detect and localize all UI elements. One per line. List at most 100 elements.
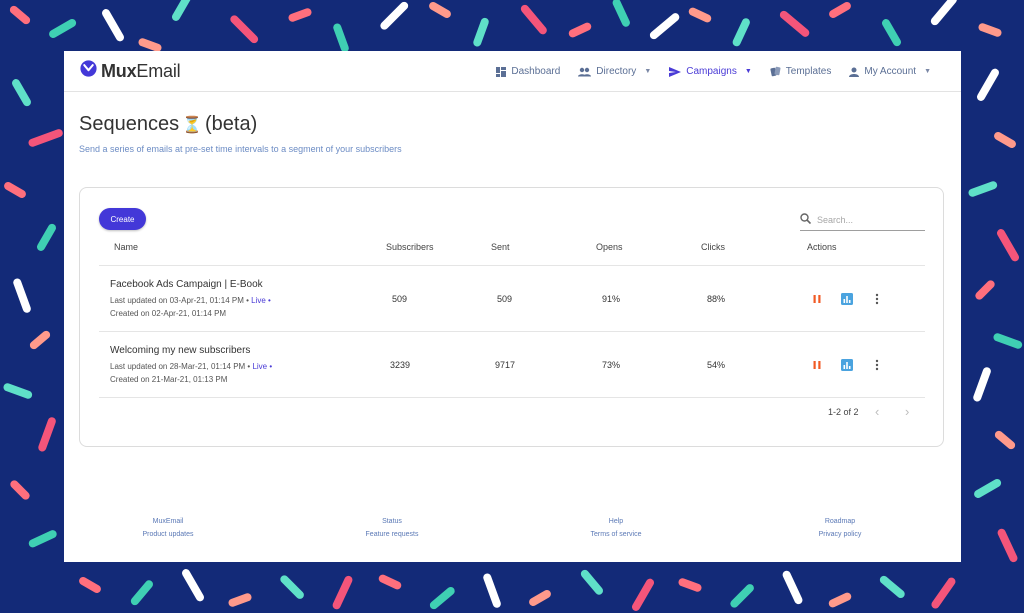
- footer-link-status[interactable]: Status: [322, 518, 462, 525]
- confetti-sprinkle: [994, 132, 1016, 148]
- nav-my-account-label: My Account: [864, 66, 917, 77]
- next-page-icon[interactable]: ›: [905, 404, 909, 419]
- more-vert-icon[interactable]: [870, 358, 884, 372]
- column-header-sent: Sent: [491, 242, 510, 252]
- status-dot: •: [269, 362, 273, 371]
- create-button[interactable]: Create: [99, 208, 146, 230]
- confetti-sprinkle: [997, 229, 1019, 262]
- confetti-sprinkle: [288, 8, 312, 22]
- updated-text: Last updated on 03-Apr-21, 01:14 PM •: [110, 296, 249, 305]
- page-subtitle: Send a series of emails at pre-set time …: [79, 144, 402, 154]
- footer-link-help[interactable]: Help: [546, 518, 686, 525]
- sequence-updated: Last updated on 28-Mar-21, 01:14 PM • Li…: [110, 362, 272, 371]
- sent-value: 509: [497, 294, 513, 304]
- opens-value: 91%: [602, 294, 621, 304]
- confetti-sprinkle: [973, 367, 991, 402]
- footer-link-product-updates[interactable]: Product updates: [98, 531, 238, 538]
- search-input[interactable]: [817, 214, 917, 225]
- nav-directory-label: Directory: [596, 66, 637, 77]
- nav-dashboard-label: Dashboard: [511, 66, 561, 77]
- footer-link-feature-requests[interactable]: Feature requests: [322, 531, 462, 538]
- confetti-sprinkle: [102, 9, 124, 42]
- sequences-card: Create Name Subscribers Sent Opens Click…: [79, 187, 944, 447]
- sequence-name[interactable]: Welcoming my new subscribers: [110, 345, 250, 356]
- nav-templates-label: Templates: [785, 66, 832, 77]
- footer-link-terms[interactable]: Terms of service: [546, 531, 686, 538]
- confetti-sprinkle: [3, 383, 33, 399]
- confetti-sprinkle: [930, 0, 957, 26]
- stats-icon[interactable]: [840, 292, 854, 306]
- nav-my-account[interactable]: My Account ▼: [849, 66, 931, 77]
- confetti-sprinkle: [520, 4, 547, 35]
- table-row[interactable]: Facebook Ads Campaign | E-Book Last upda…: [99, 265, 925, 331]
- stats-icon[interactable]: [840, 358, 854, 372]
- confetti-sprinkle: [473, 17, 489, 47]
- hourglass-icon: ⏳: [182, 116, 202, 134]
- confetti-sprinkle: [974, 479, 1002, 499]
- column-header-subscribers: Subscribers: [386, 242, 434, 252]
- column-header-clicks: Clicks: [701, 242, 725, 252]
- confetti-sprinkle: [182, 569, 204, 602]
- nav-campaigns[interactable]: Campaigns ▼: [669, 66, 752, 77]
- confetti-sprinkle: [378, 574, 402, 590]
- confetti-sprinkle: [782, 570, 803, 605]
- confetti-sprinkle: [37, 223, 56, 251]
- confetti-sprinkle: [9, 5, 31, 25]
- confetti-sprinkle: [612, 0, 630, 27]
- confetti-sprinkle: [779, 10, 810, 37]
- column-header-actions: Actions: [807, 242, 837, 252]
- table-bottom-divider: [99, 397, 925, 398]
- confetti-sprinkle: [828, 592, 852, 608]
- sequence-created: Created on 02-Apr-21, 01:14 PM: [110, 309, 227, 318]
- prev-page-icon[interactable]: ‹: [875, 404, 879, 419]
- confetti-sprinkle: [79, 577, 101, 593]
- confetti-sprinkle: [429, 2, 451, 18]
- sequence-updated: Last updated on 03-Apr-21, 01:14 PM • Li…: [110, 296, 271, 305]
- pause-icon[interactable]: [810, 292, 824, 306]
- footer-column: Help Terms of service: [546, 518, 686, 544]
- confetti-sprinkle: [678, 578, 702, 592]
- nav-templates[interactable]: Templates: [770, 66, 832, 77]
- templates-icon: [770, 66, 781, 77]
- clicks-value: 54%: [707, 360, 726, 370]
- subscribers-value: 509: [392, 294, 408, 304]
- confetti-sprinkle: [38, 417, 56, 452]
- page-title-suffix: (beta): [205, 113, 258, 135]
- footer-link-roadmap[interactable]: Roadmap: [770, 518, 910, 525]
- confetti-sprinkle: [380, 1, 409, 30]
- table-row[interactable]: Welcoming my new subscribers Last update…: [99, 331, 925, 397]
- confetti-sprinkle: [993, 333, 1023, 349]
- confetti-sprinkle: [730, 584, 754, 608]
- brand-name-rest: Email: [136, 60, 181, 81]
- confetti-sprinkle: [688, 7, 712, 23]
- brand-logo[interactable]: MuxEmail: [80, 60, 181, 82]
- confetti-sprinkle: [732, 18, 750, 47]
- nav-campaigns-label: Campaigns: [686, 66, 737, 77]
- column-header-opens: Opens: [596, 242, 623, 252]
- footer-column: Roadmap Privacy policy: [770, 518, 910, 544]
- confetti-sprinkle: [332, 575, 353, 610]
- sequence-name[interactable]: Facebook Ads Campaign | E-Book: [110, 279, 263, 290]
- send-icon: [669, 66, 682, 77]
- sequence-created: Created on 21-Mar-21, 01:13 PM: [110, 375, 228, 384]
- dashboard-icon: [496, 66, 507, 77]
- pagination-range: 1-2 of 2: [828, 407, 859, 417]
- nav-dashboard[interactable]: Dashboard: [496, 66, 560, 77]
- confetti-sprinkle: [580, 569, 603, 595]
- status-badge: Live: [252, 362, 268, 371]
- pause-icon[interactable]: [810, 358, 824, 372]
- confetti-sprinkle: [228, 593, 252, 607]
- more-vert-icon[interactable]: [870, 292, 884, 306]
- confetti-sprinkle: [28, 129, 63, 147]
- app-window: MuxEmail Dashboard Directory ▼ Campaigns…: [64, 51, 961, 562]
- footer-link-muxemail[interactable]: MuxEmail: [98, 518, 238, 525]
- confetti-sprinkle: [879, 575, 905, 598]
- nav-directory[interactable]: Directory ▼: [578, 66, 651, 77]
- page-title-text: Sequences: [79, 113, 180, 135]
- confetti-sprinkle: [13, 278, 31, 313]
- search-icon: [800, 211, 812, 229]
- confetti-sprinkle: [649, 13, 680, 40]
- footer-link-privacy[interactable]: Privacy policy: [770, 531, 910, 538]
- page-header: Sequences ⏳ (beta) Send a series of emai…: [79, 113, 402, 154]
- updated-text: Last updated on 28-Mar-21, 01:14 PM •: [110, 362, 251, 371]
